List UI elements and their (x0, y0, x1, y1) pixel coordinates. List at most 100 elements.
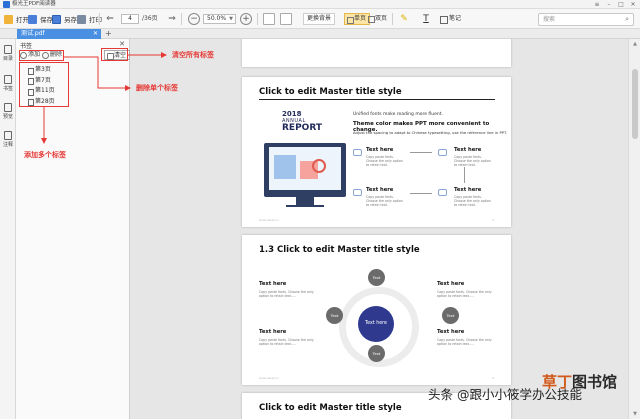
close-icon[interactable]: ✕ (630, 0, 636, 9)
item-heading: Text here (259, 281, 287, 287)
sidebar-item-annotations[interactable]: 注释 (2, 131, 14, 148)
pdf-page (242, 39, 511, 67)
item-body: Copy paste fonts. Choose the only option… (454, 155, 491, 167)
sidebar-item-label: 书签 (2, 86, 13, 92)
monitor-stand (296, 197, 314, 205)
slide-title: Click to edit Master title style (259, 403, 402, 413)
search-input[interactable]: 搜索 ⌕ (538, 13, 634, 26)
note-button[interactable]: 笔记 (440, 13, 461, 25)
annotation-label: 添加多个标签 (24, 151, 66, 159)
sidebar-item-bookmarks[interactable]: 书签 (2, 75, 14, 92)
sidebar-item-preview[interactable]: 预览 (2, 103, 14, 120)
slide-title: 1.3 Click to edit Master title style (259, 245, 420, 255)
prev-page-icon[interactable]: ⇐ (104, 13, 116, 25)
bookmark-icon (4, 75, 12, 84)
title-rule (259, 99, 495, 100)
maximize-icon[interactable]: □ (618, 0, 624, 9)
zoom-out-icon[interactable]: − (188, 13, 200, 25)
cycle-hub: Text here (358, 306, 394, 342)
page-number: 4 (492, 376, 494, 380)
zoom-in-icon[interactable]: + (240, 13, 252, 25)
print-label: 打印 (89, 16, 102, 24)
title-bar: 极光王PDF阅读器 ≡ – □ ✕ (0, 0, 640, 9)
fit-page-icon[interactable] (280, 13, 292, 25)
chevron-down-icon: ▼ (229, 16, 233, 22)
page-footer: www.islide.cc (259, 376, 280, 380)
chart-block (274, 155, 296, 179)
folder-icon (4, 14, 13, 24)
scrollbar-thumb[interactable] (632, 69, 638, 139)
watermark-logo-part: 草丁 (542, 373, 573, 391)
app-title: 极光王PDF阅读器 (12, 1, 56, 7)
watermark-logo-part: 图书馆 (572, 373, 618, 391)
item-body: Copy paste fonts. Choose the only option… (454, 195, 491, 207)
intro-line: Adjust the spacing to adapt to Chinese t… (353, 130, 508, 135)
document-viewer[interactable]: Click to edit Master title style 2018 AN… (131, 39, 628, 419)
left-sidebar: 目录 书签 预览 注释 (0, 39, 16, 419)
double-page-button[interactable]: 双页 (366, 13, 390, 25)
pdf-page: Click to edit Master title style 2018 AN… (242, 77, 511, 227)
slide-title: Click to edit Master title style (259, 87, 402, 97)
search-placeholder: 搜索 (543, 16, 556, 23)
vertical-scrollbar[interactable]: ▲ ▼ (628, 39, 640, 419)
toolbar-divider (257, 13, 258, 25)
zoom-value: 50.0% (207, 15, 227, 22)
minimize-icon[interactable]: – (606, 0, 612, 9)
item-heading: Text here (366, 187, 394, 193)
toc-icon (4, 45, 12, 54)
tab-document[interactable]: 测试.pdf ✕ (17, 29, 101, 39)
tab-bar: 测试.pdf ✕ + (0, 29, 640, 39)
menu-icon[interactable]: ≡ (594, 0, 600, 9)
tab-label: 测试.pdf (21, 30, 45, 37)
add-tab-icon[interactable]: + (105, 29, 112, 39)
item-heading: Text here (437, 329, 465, 335)
page-number-input[interactable]: 4 (121, 14, 139, 24)
next-page-icon[interactable]: ⇒ (166, 13, 178, 25)
save-button[interactable]: 保存 (28, 12, 53, 26)
people-icon (353, 149, 362, 156)
item-body: Copy paste fonts. Choose the only option… (259, 290, 314, 298)
main-toolbar: 打开 保存 另存 打印 ⇐ 4 /36页 ⇒ − 50.0% ▼ + 更换背景 … (0, 9, 640, 29)
flow-arrow (410, 152, 432, 153)
chat-icon (438, 189, 447, 196)
highlighter-icon[interactable]: ✎ (398, 13, 410, 25)
cycle-node: Text (368, 269, 385, 286)
close-panel-icon[interactable]: ✕ (119, 40, 125, 48)
rotate-icon[interactable] (263, 13, 275, 25)
monitor-base (286, 205, 324, 207)
change-background-button[interactable]: 更换背景 (303, 13, 336, 25)
annotation-box-clear (101, 48, 128, 61)
sidebar-item-toc[interactable]: 目录 (2, 45, 14, 62)
magnifier-icon (312, 159, 326, 173)
save-as-button[interactable]: 另存 (52, 12, 77, 26)
item-heading: Text here (437, 281, 465, 287)
scroll-up-icon[interactable]: ▲ (631, 41, 639, 47)
watermark-logo: 草丁图书馆 (542, 371, 617, 392)
report-word: REPORT (282, 123, 322, 133)
open-button[interactable]: 打开 (4, 12, 29, 26)
annual-year: 2018 (282, 110, 302, 118)
monitor-illustration (264, 143, 346, 197)
printer-icon (77, 14, 86, 24)
annotation-label: 清空所有标签 (172, 51, 214, 59)
cycle-node: Text (326, 307, 343, 324)
cycle-node: Text (442, 307, 459, 324)
search-icon[interactable]: ⌕ (625, 14, 629, 25)
item-body: Copy paste fonts. Choose the only option… (366, 195, 403, 207)
page-number: 3 (492, 218, 494, 222)
zoom-select[interactable]: 50.0% ▼ (203, 14, 236, 24)
page-total: /36页 (142, 15, 158, 22)
annotation-label: 删除单个标签 (136, 84, 178, 92)
flow-arrow (410, 193, 432, 194)
clock-icon (353, 189, 362, 196)
item-body: Copy paste fonts. Choose the only option… (366, 155, 403, 167)
app-logo-icon (3, 1, 10, 8)
intro-line: Unified fonts make reading more fluent. (353, 112, 443, 117)
item-body: Copy paste fonts. Choose the only option… (259, 338, 314, 346)
annotation-icon (4, 131, 12, 140)
scroll-down-icon[interactable]: ▼ (631, 411, 639, 417)
text-tool-icon[interactable]: T (420, 13, 432, 25)
save-icon (28, 14, 37, 24)
toolbar-divider (392, 13, 393, 25)
close-tab-icon[interactable]: ✕ (93, 29, 98, 39)
